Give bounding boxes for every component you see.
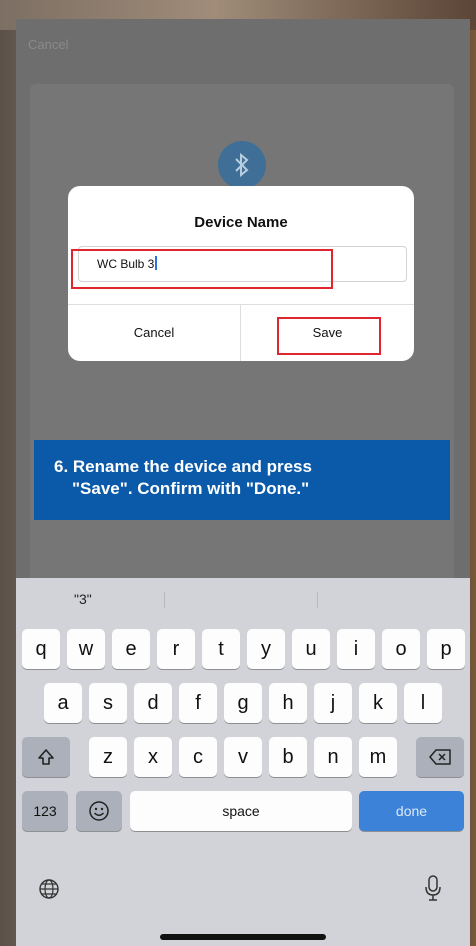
key-f[interactable]: f bbox=[179, 683, 217, 723]
highlight-box-save bbox=[277, 317, 381, 355]
key-b[interactable]: b bbox=[269, 737, 307, 777]
key-c[interactable]: c bbox=[179, 737, 217, 777]
key-m[interactable]: m bbox=[359, 737, 397, 777]
device-name-dialog: Device Name WC Bulb 3 Cancel Save bbox=[68, 186, 414, 361]
key-s[interactable]: s bbox=[89, 683, 127, 723]
key-j[interactable]: j bbox=[314, 683, 352, 723]
key-p[interactable]: p bbox=[427, 629, 465, 669]
key-k[interactable]: k bbox=[359, 683, 397, 723]
globe-icon[interactable] bbox=[38, 878, 60, 905]
keyboard: "3" q w e r t y u i o p a s d f g h j k … bbox=[16, 578, 470, 946]
instruction-line-1: 6. Rename the device and press bbox=[54, 457, 312, 476]
emoji-key[interactable] bbox=[76, 791, 122, 831]
key-a[interactable]: a bbox=[44, 683, 82, 723]
space-key[interactable]: space bbox=[130, 791, 352, 831]
key-o[interactable]: o bbox=[382, 629, 420, 669]
suggestion-divider bbox=[317, 592, 318, 608]
backspace-icon bbox=[428, 748, 452, 766]
suggestion-bar: "3" bbox=[16, 578, 470, 622]
key-d[interactable]: d bbox=[134, 683, 172, 723]
highlight-box-input bbox=[71, 249, 333, 289]
key-y[interactable]: y bbox=[247, 629, 285, 669]
key-v[interactable]: v bbox=[224, 737, 262, 777]
numbers-key[interactable]: 123 bbox=[22, 791, 68, 831]
key-h[interactable]: h bbox=[269, 683, 307, 723]
key-t[interactable]: t bbox=[202, 629, 240, 669]
key-n[interactable]: n bbox=[314, 737, 352, 777]
home-indicator bbox=[160, 934, 326, 940]
dialog-title: Device Name bbox=[194, 214, 288, 231]
key-u[interactable]: u bbox=[292, 629, 330, 669]
microphone-icon[interactable] bbox=[424, 874, 442, 907]
key-w[interactable]: w bbox=[67, 629, 105, 669]
key-l[interactable]: l bbox=[404, 683, 442, 723]
key-q[interactable]: q bbox=[22, 629, 60, 669]
key-g[interactable]: g bbox=[224, 683, 262, 723]
key-i[interactable]: i bbox=[337, 629, 375, 669]
key-e[interactable]: e bbox=[112, 629, 150, 669]
suggestion-divider bbox=[164, 592, 165, 608]
instruction-banner: 6. Rename the device and press "Save". C… bbox=[34, 440, 450, 520]
dialog-cancel-button[interactable]: Cancel bbox=[68, 304, 240, 361]
shift-icon bbox=[36, 747, 56, 767]
key-r[interactable]: r bbox=[157, 629, 195, 669]
key-z[interactable]: z bbox=[89, 737, 127, 777]
instruction-line-2: "Save". Confirm with "Done." bbox=[72, 479, 310, 498]
phone-screen: Cancel Device Name WC Bulb 3 Cancel Save… bbox=[16, 19, 470, 946]
emoji-icon bbox=[88, 800, 110, 822]
shift-key[interactable] bbox=[22, 737, 70, 777]
suggestion-item[interactable]: "3" bbox=[74, 591, 92, 607]
bluetooth-icon bbox=[218, 141, 266, 189]
top-cancel-link[interactable]: Cancel bbox=[28, 37, 68, 52]
backspace-key[interactable] bbox=[416, 737, 464, 777]
done-key[interactable]: done bbox=[359, 791, 464, 831]
key-x[interactable]: x bbox=[134, 737, 172, 777]
